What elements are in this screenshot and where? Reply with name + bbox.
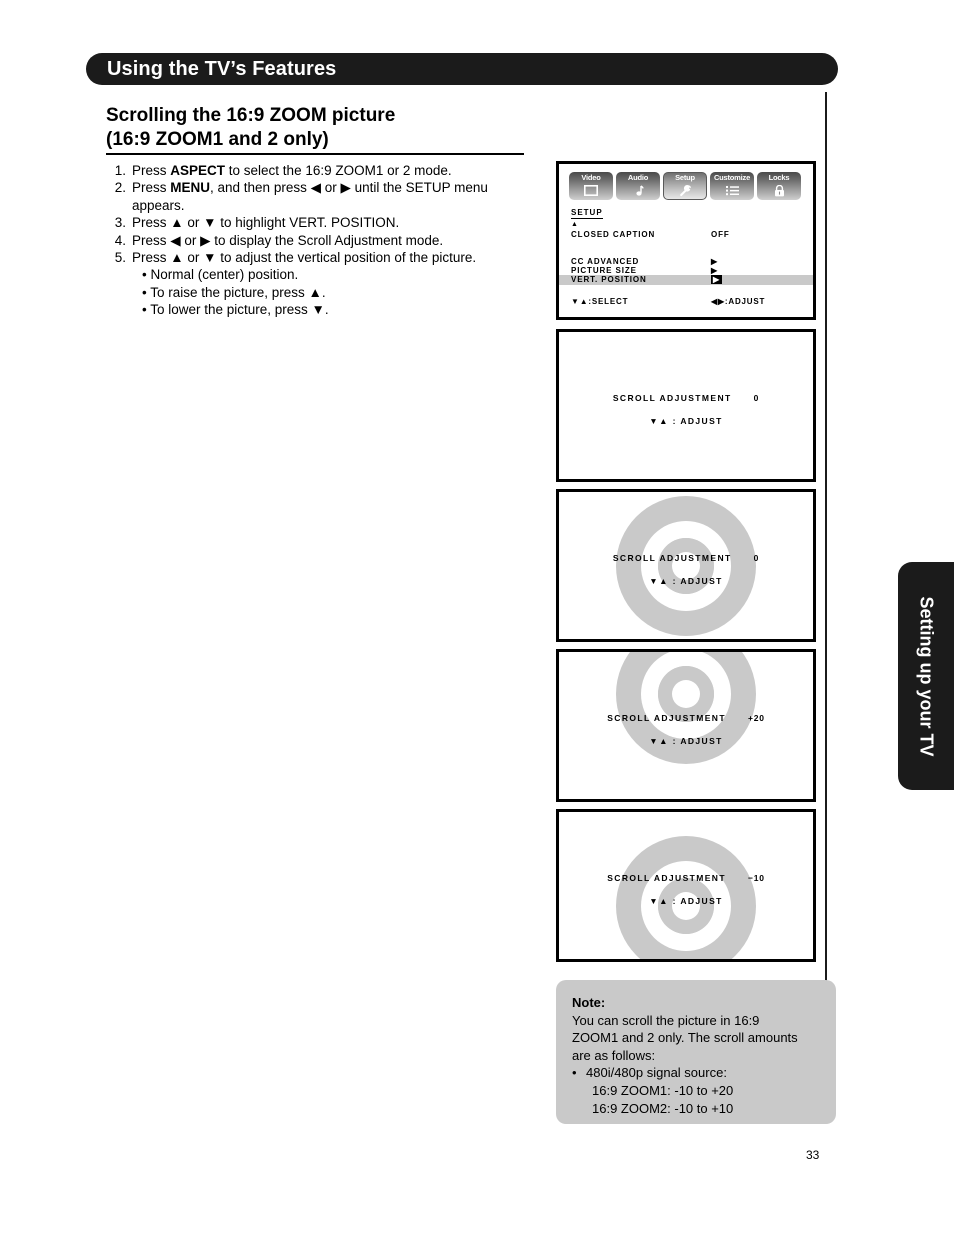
- osd-setup-menu: Video Audio Setup Customize Locks SETUP …: [559, 164, 813, 317]
- page-number: 33: [806, 1148, 820, 1162]
- section-heading-line-2: (16:9 ZOOM1 and 2 only): [106, 129, 329, 150]
- screen-icon: [583, 184, 599, 197]
- scroll-adjustment-hint: ▼▲ : ADJUST: [649, 896, 723, 906]
- instruction-step-3: 3. Press ▲ or ▼ to highlight VERT. POSITI…: [106, 214, 536, 231]
- scroll-adjustment-label: SCROLL ADJUSTMENT: [612, 553, 732, 563]
- note-box: Note: You can scroll the picture in 16:9…: [556, 980, 836, 1124]
- side-chapter-tab: Setting up your TV: [898, 562, 954, 790]
- instruction-step-5: 5. Press ▲ or ▼ to adjust the vertical po…: [106, 249, 536, 266]
- tv-screen-setup-menu: Video Audio Setup Customize Locks SETUP …: [556, 161, 816, 320]
- lock-icon: [771, 184, 787, 197]
- tv-screen-scroll-up: SCROLL ADJUSTMENT +20 ▼▲ : ADJUST: [556, 649, 816, 802]
- instruction-step-text: Press ▲ or ▼ to highlight VERT. POSITION…: [132, 215, 400, 231]
- list-icon: [724, 184, 740, 197]
- scroll-adjustment-value: +20: [747, 713, 765, 723]
- osd-row-vert-position[interactable]: VERT. POSITION ▶: [559, 275, 813, 285]
- osd-tab-setup[interactable]: Setup: [663, 172, 707, 200]
- scroll-adjustment-label: SCROLL ADJUSTMENT: [607, 873, 726, 883]
- tv-screen-scroll-center: SCROLL ADJUSTMENT 0 ▼▲ : ADJUST: [556, 489, 816, 642]
- osd-tab-video-label: Video: [581, 173, 601, 182]
- osd-row-closed-caption-value: OFF: [711, 230, 730, 239]
- osd-section-title: SETUP: [571, 208, 603, 219]
- note-title: Note:: [572, 995, 606, 1010]
- music-note-icon: [630, 184, 646, 197]
- note-bullet-text: 480i/480p signal source:: [586, 1065, 727, 1081]
- scroll-adjustment-label: SCROLL ADJUSTMENT: [607, 713, 726, 723]
- instruction-step-number: 3.: [114, 215, 126, 231]
- osd-tab-locks-label: Locks: [768, 173, 790, 182]
- column-divider: [825, 92, 827, 1077]
- wrench-icon: [677, 184, 693, 197]
- scroll-adjustment-value: 0: [753, 393, 760, 403]
- scroll-osd-center: SCROLL ADJUSTMENT 0 ▼▲ : ADJUST: [559, 553, 813, 586]
- osd-tab-audio[interactable]: Audio: [616, 172, 660, 200]
- instruction-step-4: 4. Press ◀ or ▶ to display the Scroll Adj…: [106, 232, 536, 249]
- osd-tab-customize-label: Customize: [713, 173, 751, 182]
- note-line-2: ZOOM1 and 2 only. The scroll amounts: [572, 1030, 798, 1046]
- scroll-osd-down: SCROLL ADJUSTMENT −10 ▼▲ : ADJUST: [559, 873, 813, 906]
- bullseye-target-graphic: [616, 652, 756, 764]
- scroll-osd-plain: SCROLL ADJUSTMENT 0 ▼▲ : ADJUST: [559, 393, 813, 426]
- page-header-banner: Using the TV’s Features: [86, 53, 838, 85]
- bullet-dot-icon: •: [572, 1065, 577, 1081]
- note-bullet-item: • 480i/480p signal source:: [572, 1064, 820, 1082]
- scroll-adjustment-hint: ▼▲ : ADJUST: [649, 576, 723, 586]
- instruction-step-number: 1.: [114, 163, 126, 178]
- page-title: Using the TV’s Features: [107, 57, 337, 80]
- osd-tab-video[interactable]: Video: [569, 172, 613, 200]
- instruction-step-2: 2. Press MENU, and then press ◀ or ▶ unti…: [106, 179, 536, 214]
- instruction-step-text: Press MENU, and then press ◀ or ▶ until …: [132, 180, 488, 213]
- instruction-sub-bullet-3: • To lower the picture, press ▼.: [142, 302, 329, 318]
- scroll-osd-up: SCROLL ADJUSTMENT +20 ▼▲ : ADJUST: [559, 713, 813, 746]
- scroll-adjustment-value: 0: [753, 553, 760, 563]
- osd-row-vert-position-value: ▶: [711, 275, 723, 285]
- instruction-sub-bullet-2: • To raise the picture, press ▲.: [142, 284, 326, 300]
- osd-hint-select: ▼▲:SELECT: [571, 297, 629, 306]
- osd-hint-adjust: ◀▶:ADJUST: [711, 297, 766, 306]
- osd-tab-audio-label: Audio: [627, 173, 649, 182]
- instruction-steps: 1. Press ASPECT to select the 16:9 ZOOM1 …: [106, 162, 536, 319]
- osd-tab-bar: Video Audio Setup Customize Locks: [569, 172, 801, 200]
- section-heading-line-1: Scrolling the 16:9 ZOOM picture: [106, 105, 396, 126]
- side-chapter-tab-label: Setting up your TV: [916, 596, 937, 756]
- instruction-step-text: Press ▲ or ▼ to adjust the vertical posi…: [132, 250, 477, 266]
- tv-screen-scroll-adjustment-plain: SCROLL ADJUSTMENT 0 ▼▲ : ADJUST: [556, 329, 816, 482]
- note-sub-line-1: 16:9 ZOOM1: -10 to +20: [592, 1082, 734, 1098]
- scroll-adjustment-value: −10: [747, 873, 765, 883]
- note-sub-line-2: 16:9 ZOOM2: -10 to +10: [592, 1100, 734, 1116]
- osd-tab-setup-label: Setup: [675, 173, 695, 182]
- instruction-step-text: Press ◀ or ▶ to display the Scroll Adjus…: [132, 232, 444, 248]
- scroll-adjustment-hint: ▼▲ : ADJUST: [649, 736, 723, 746]
- osd-row-closed-caption-label: CLOSED CAPTION: [571, 230, 656, 239]
- instruction-step-number: 2.: [114, 180, 126, 196]
- bullseye-center: [672, 680, 700, 708]
- right-arrow-selected-icon: ▶: [711, 275, 723, 284]
- osd-tab-customize[interactable]: Customize: [710, 172, 754, 200]
- instruction-step-1: 1. Press ASPECT to select the 16:9 ZOOM1 …: [106, 162, 536, 179]
- scroll-adjustment-label: SCROLL ADJUSTMENT: [612, 393, 732, 403]
- section-heading: Scrolling the 16:9 ZOOM picture (16:9 ZO…: [106, 104, 536, 152]
- note-line-1: You can scroll the picture in 16:9: [572, 1012, 760, 1028]
- instruction-step-number: 4.: [114, 232, 126, 248]
- osd-row-vert-position-label: VERT. POSITION: [571, 275, 647, 284]
- scroll-up-caret-icon: ▲: [571, 221, 578, 228]
- osd-footer-hints: ▼▲:SELECT ◀▶:ADJUST: [559, 297, 813, 307]
- section-heading-rule: [106, 153, 524, 155]
- instruction-step-text: Press ASPECT to select the 16:9 ZOOM1 or…: [132, 163, 452, 178]
- osd-row-closed-caption[interactable]: CLOSED CAPTION OFF: [559, 230, 813, 240]
- instruction-sub-bullet-1: • Normal (center) position.: [142, 267, 299, 283]
- scroll-adjustment-hint: ▼▲ : ADJUST: [649, 416, 723, 426]
- note-line-3: are as follows:: [572, 1047, 656, 1063]
- osd-tab-locks[interactable]: Locks: [757, 172, 801, 200]
- tv-screen-scroll-down: SCROLL ADJUSTMENT −10 ▼▲ : ADJUST: [556, 809, 816, 962]
- instruction-step-number: 5.: [114, 250, 126, 266]
